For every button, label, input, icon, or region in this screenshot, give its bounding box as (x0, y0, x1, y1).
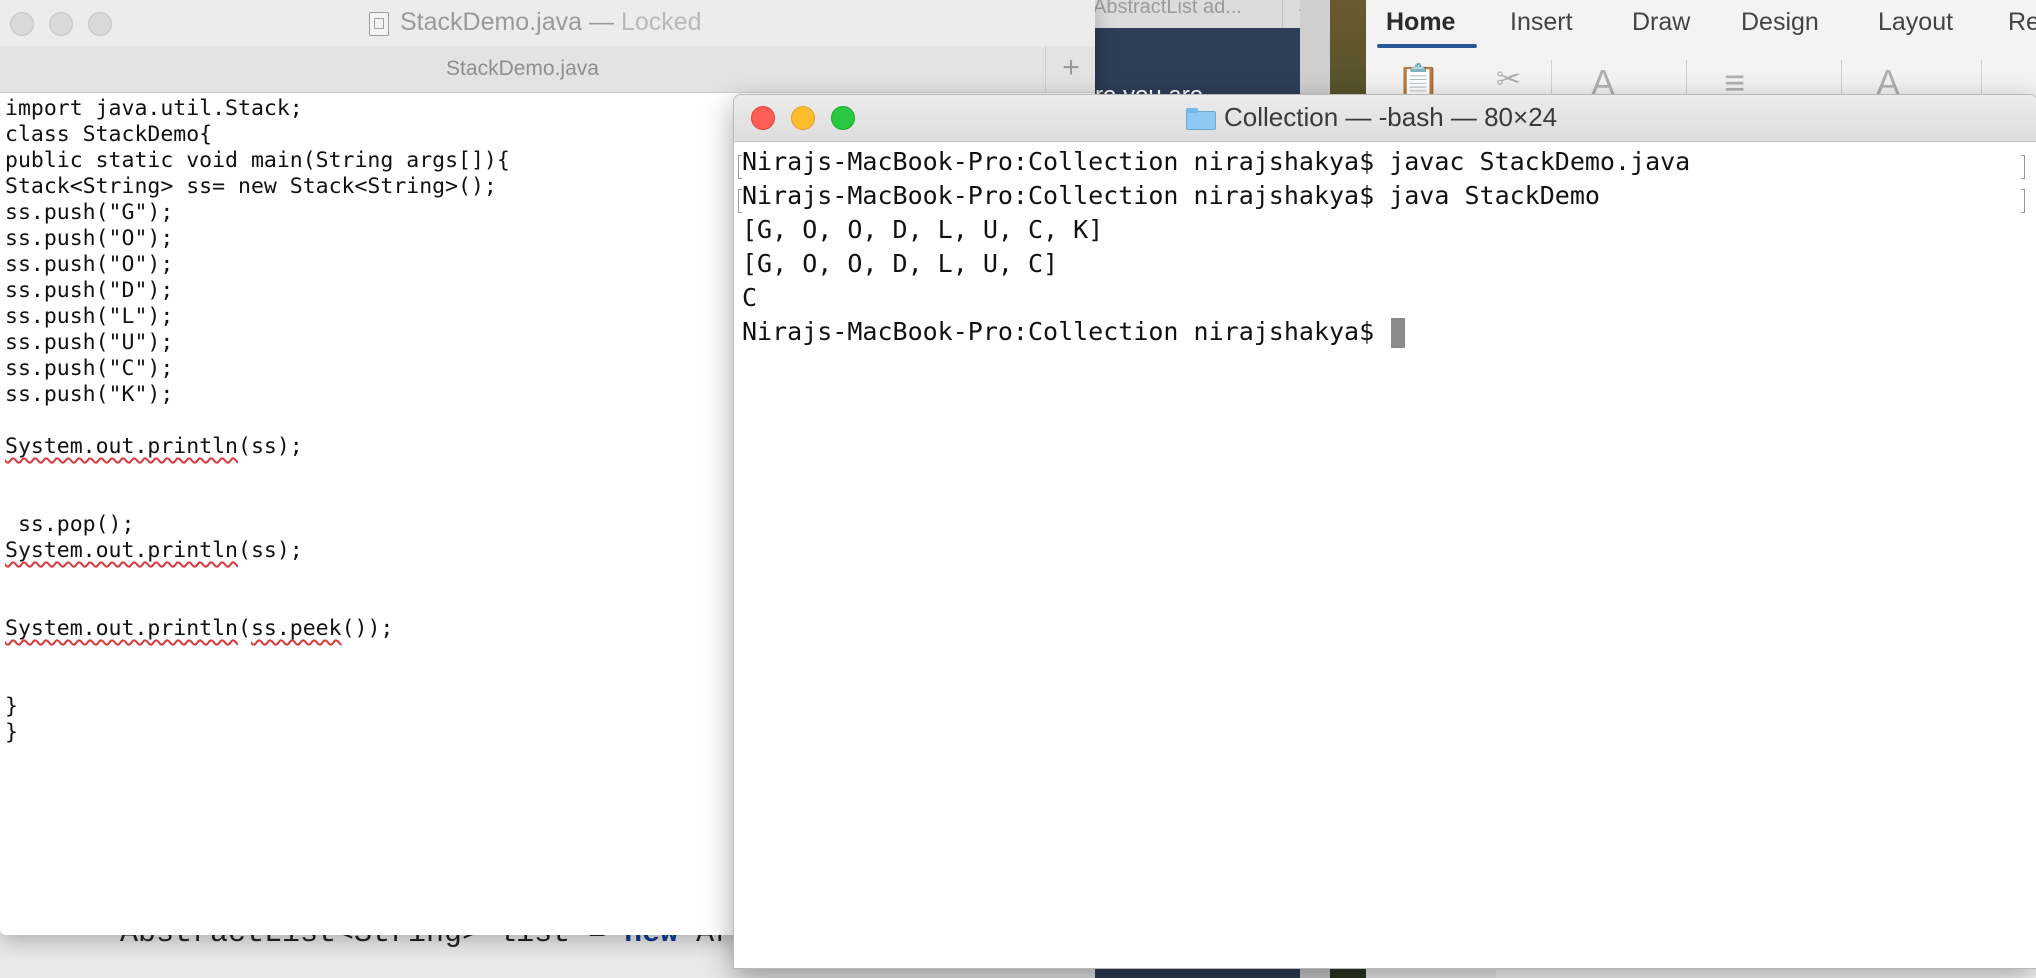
minimize-button[interactable] (791, 106, 815, 130)
code-line: public static void main(String args[]){ (5, 148, 510, 173)
locked-label[interactable]: Locked (621, 8, 702, 36)
code-line: System.out.println(ss); (5, 434, 303, 459)
code-line: ss.push("G"); (5, 200, 174, 225)
document-icon (369, 12, 389, 36)
code-line: ss.push("L"); (5, 304, 174, 329)
terminal-prompt-line: Nirajs-MacBook-Pro:Collection nirajshaky… (742, 315, 2027, 349)
terminal-cursor (1391, 318, 1406, 348)
misspelled-word: System.out.println (5, 434, 238, 459)
background-tab-label: AbstractList ad... (1093, 0, 1242, 18)
maximize-button[interactable] (88, 12, 112, 36)
code-line: ss.push("U"); (5, 330, 174, 355)
window-title-filename: StackDemo.java (400, 8, 583, 36)
code-line: System.out.println(ss.peek()); (5, 616, 394, 641)
terminal-line: Nirajs-MacBook-Pro:Collection nirajshaky… (742, 181, 1600, 210)
minimize-button[interactable] (49, 12, 73, 36)
code-line: System.out.println(ss); (5, 538, 303, 563)
tab-design[interactable]: Design (1741, 8, 1819, 37)
terminal-line: C (742, 283, 758, 312)
terminal-prompt: Nirajs-MacBook-Pro:Collection nirajshaky… (742, 317, 1390, 346)
cut-icon[interactable]: ✂ (1496, 62, 1521, 97)
textedit-window-controls (10, 12, 127, 41)
terminal-output[interactable]: Nirajs-MacBook-Pro:Collection nirajshaky… (738, 145, 2027, 349)
command-mark (738, 189, 742, 213)
tab-stackdemo[interactable]: StackDemo.java (0, 46, 1046, 92)
command-mark (2021, 189, 2025, 213)
command-mark (738, 155, 742, 179)
terminal-line: Nirajs-MacBook-Pro:Collection nirajshaky… (742, 147, 1691, 176)
misspelled-word: System.out.println (5, 538, 238, 563)
textedit-titlebar[interactable]: StackDemo.java — Locked (0, 0, 1095, 47)
code-line: } (5, 694, 18, 719)
code-line: ss.push("O"); (5, 252, 174, 277)
code-line: import java.util.Stack; (5, 96, 303, 121)
misspelled-word: ss.peek (250, 616, 342, 641)
code-line: ss.push("C"); (5, 356, 174, 381)
tab-draw[interactable]: Draw (1632, 8, 1690, 37)
terminal-line: [G, O, O, D, L, U, C] (742, 249, 1059, 278)
terminal-title: Collection — -bash — 80×24 (1224, 102, 1558, 132)
background-tab[interactable]: AbstractList ad... (1092, 0, 1283, 28)
code-editor[interactable]: import java.util.Stack; class StackDemo{… (5, 96, 510, 746)
terminal-window-controls (751, 106, 871, 135)
window-title-separator: — (582, 8, 621, 36)
folder-icon (1186, 108, 1216, 130)
tab-layout[interactable]: Layout (1878, 8, 1953, 37)
tab-review[interactable]: Re (2008, 8, 2036, 37)
code-line: } (5, 720, 18, 745)
code-line: ss.pop(); (5, 512, 135, 537)
textedit-tabbar: StackDemo.java + (0, 46, 1095, 93)
active-tab-indicator (1377, 44, 1477, 48)
code-line: Stack<String> ss= new Stack<String>(); (5, 174, 497, 199)
code-line: class StackDemo{ (5, 122, 213, 147)
code-line: ss.push("D"); (5, 278, 174, 303)
new-tab-button[interactable]: + (1047, 46, 1095, 92)
terminal-titlebar[interactable]: Collection — -bash — 80×24 (734, 95, 2036, 142)
window-title: StackDemo.java — Locked (400, 8, 702, 37)
tab-home[interactable]: Home (1386, 8, 1455, 37)
terminal-line: [G, O, O, D, L, U, C, K] (742, 215, 1104, 244)
command-mark (2021, 155, 2025, 179)
tab-insert[interactable]: Insert (1510, 8, 1573, 37)
close-button[interactable] (10, 12, 34, 36)
terminal-window: Collection — -bash — 80×24 Nirajs-MacBoo… (733, 94, 2036, 969)
maximize-button[interactable] (831, 106, 855, 130)
misspelled-word: System.out.println (5, 616, 238, 641)
code-line: ss.push("K"); (5, 382, 174, 407)
code-line: ss.push("O"); (5, 226, 174, 251)
close-button[interactable] (751, 106, 775, 130)
